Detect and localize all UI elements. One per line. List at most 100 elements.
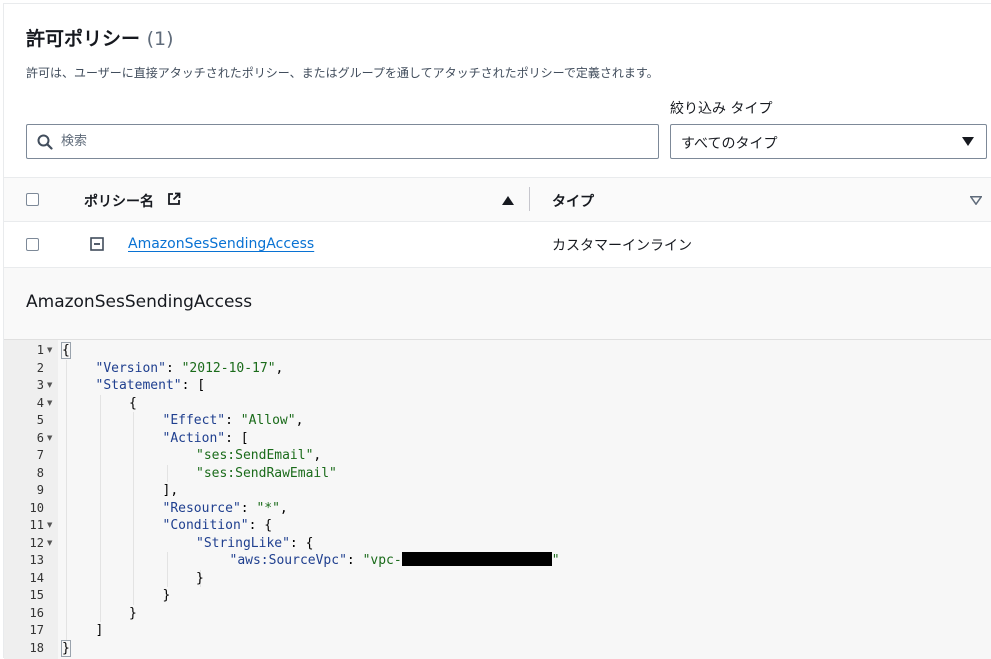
policy-name-link[interactable]: AmazonSesSendingAccess [128, 236, 314, 252]
json-punctuation: : [ [181, 378, 206, 393]
fold-toggle-icon[interactable]: ▼ [47, 430, 52, 448]
type-filter-label: 絞り込み タイプ [670, 101, 773, 117]
json-key: "aws:SourceVpc" [229, 553, 347, 568]
line-number: 15 [29, 588, 44, 602]
line-number: 5 [36, 413, 44, 427]
json-punctuation: : [346, 553, 363, 568]
json-punctuation: : [240, 500, 257, 516]
sort-descending-icon[interactable] [970, 196, 982, 205]
row-checkbox[interactable] [26, 238, 39, 251]
section-description: 許可は、ユーザーに直接アタッチされたポリシー、またはグループを通してアタッチされ… [26, 66, 659, 80]
json-punctuation: , [275, 360, 284, 376]
json-punctuation: : [ [225, 430, 249, 446]
table-row[interactable]: AmazonSesSendingAccess カスタマーインライン [4, 222, 991, 268]
json-punctuation: } [129, 605, 137, 621]
json-punctuation: : [165, 360, 182, 376]
json-string: "Allow" [240, 413, 296, 428]
code-line: "ses:SendEmail", [196, 447, 321, 465]
json-key: "Statement" [95, 378, 182, 393]
line-number: 9 [36, 483, 44, 497]
indent-guide [166, 464, 168, 482]
code-line: } [61, 639, 71, 658]
json-string: "vpc- [362, 553, 402, 568]
json-punctuation: , [279, 500, 288, 516]
search-input[interactable] [61, 125, 641, 158]
line-number: 14 [29, 570, 44, 585]
json-string: " [551, 553, 560, 568]
json-key: "Effect" [162, 413, 226, 428]
indent-guide [166, 552, 168, 587]
code-line: ], [163, 482, 179, 500]
type-filter-value: すべてのタイプ [681, 136, 778, 152]
code-line: { [129, 395, 137, 413]
code-line: "aws:SourceVpc": "vpc- " [230, 552, 560, 570]
json-punctuation: : { [248, 518, 273, 533]
search-icon [37, 134, 53, 150]
fold-toggle-icon[interactable]: ▼ [47, 517, 52, 535]
line-number: 8 [36, 465, 44, 480]
json-punctuation: ] [95, 623, 104, 638]
json-string: "ses:SendEmail" [196, 448, 314, 463]
fold-toggle-icon[interactable]: ▼ [47, 395, 52, 413]
permission-policies-panel: 許可ポリシー (1) 許可は、ユーザーに直接アタッチされたポリシー、またはグルー… [3, 3, 991, 659]
section-title: 許可ポリシー (1) [26, 24, 174, 51]
json-key: "Version" [95, 360, 166, 376]
code-line: "ses:SendRawEmail" [196, 465, 337, 483]
json-string: "*" [256, 500, 280, 516]
search-box[interactable] [26, 124, 659, 159]
external-link-icon [168, 192, 181, 205]
policy-count: (1) [146, 28, 174, 50]
json-key: "Condition" [162, 518, 249, 533]
column-header-policy-name[interactable]: ポリシー名 [84, 191, 154, 211]
indent-guide [133, 412, 134, 605]
indent-guide [66, 359, 67, 640]
fold-toggle-icon[interactable]: ▼ [47, 377, 52, 395]
collapse-icon[interactable] [90, 237, 104, 251]
line-number-gutter: 1 ▼ 2 3 ▼ 4 ▼ 5 6 ▼ 7 8 9 10 11 ▼ 12 ▼ 13 14 15 16 17 18 [4, 340, 58, 659]
json-punctuation: ], [162, 483, 179, 498]
json-string: "ses:SendRawEmail" [196, 465, 337, 481]
caret-down-icon [962, 137, 974, 146]
fold-toggle-icon[interactable]: ▼ [47, 342, 52, 360]
code-line: "Resource": "*", [163, 500, 288, 518]
select-all-checkbox[interactable] [26, 193, 39, 206]
line-number: 6 [36, 430, 44, 445]
code-line: "Statement": [ [96, 377, 206, 395]
policy-detail-title: AmazonSesSendingAccess [26, 292, 253, 312]
redacted-value [401, 552, 552, 566]
line-number: 7 [36, 448, 44, 462]
policy-detail: AmazonSesSendingAccess 1 ▼ 2 3 ▼ 4 ▼ 5 6 ▼ 7 8 9 10 11… [4, 268, 991, 659]
policy-type: カスタマーインライン [552, 238, 692, 254]
json-punctuation: , [295, 413, 304, 428]
json-punctuation: : { [289, 535, 314, 551]
code-line: ] [96, 622, 104, 640]
line-number: 17 [29, 623, 44, 637]
code-line: "StringLike": { [196, 535, 313, 553]
json-punctuation: , [313, 448, 322, 463]
json-punctuation: { [61, 342, 71, 359]
json-punctuation: } [162, 588, 171, 603]
line-number: 10 [29, 500, 44, 515]
table-header: ポリシー名 タイプ [4, 177, 991, 222]
fold-toggle-icon[interactable]: ▼ [47, 535, 52, 553]
json-punctuation: { [129, 395, 137, 411]
json-code-editor[interactable]: 1 ▼ 2 3 ▼ 4 ▼ 5 6 ▼ 7 8 9 10 11 ▼ 12 ▼ 13 14 15 16 17 18 {"Vers… [4, 339, 991, 659]
line-number: 11 [29, 518, 44, 532]
json-string: "2012-10-17" [181, 360, 276, 376]
line-number: 1 [36, 343, 44, 357]
indent-guide [99, 394, 101, 622]
type-filter-select[interactable]: すべてのタイプ [670, 124, 987, 159]
json-punctuation: } [61, 639, 71, 657]
line-number: 3 [36, 378, 44, 392]
json-punctuation: } [196, 570, 204, 586]
code-line: "Action": [ [163, 430, 249, 448]
code-line: "Effect": "Allow", [163, 412, 304, 430]
sort-ascending-icon[interactable] [502, 196, 514, 205]
column-header-type[interactable]: タイプ [552, 191, 594, 211]
json-key: "StringLike" [196, 535, 290, 551]
line-number: 4 [36, 395, 44, 410]
code-line: } [163, 587, 171, 605]
line-number: 16 [29, 605, 44, 620]
line-number: 12 [29, 535, 44, 550]
column-divider[interactable] [529, 187, 530, 211]
